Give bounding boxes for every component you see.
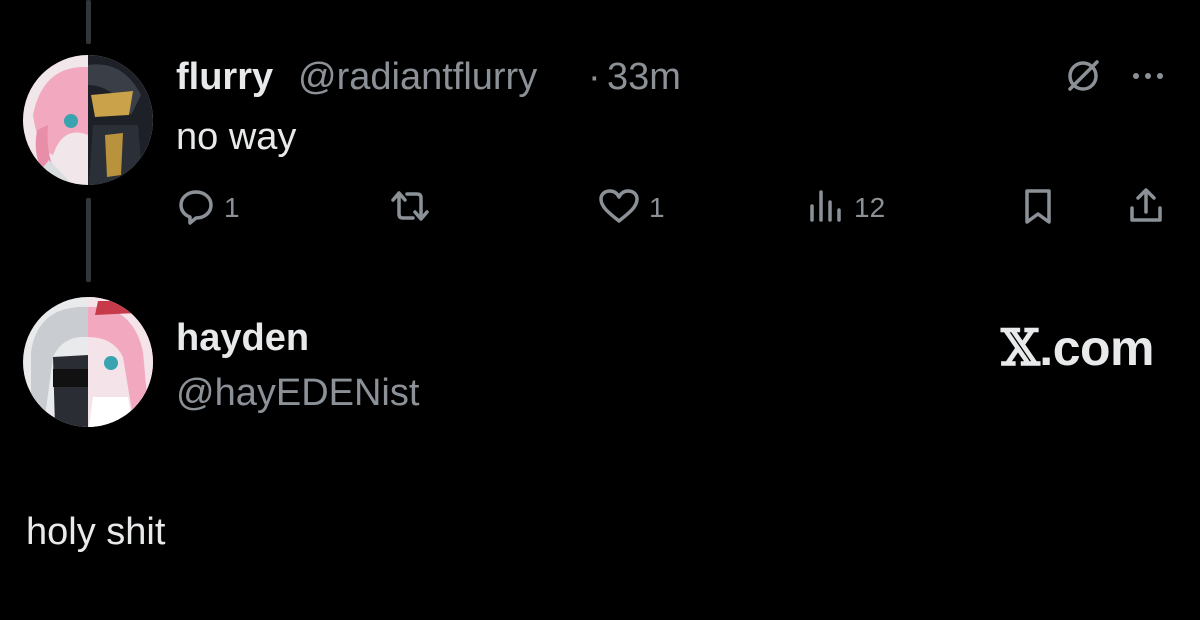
views-button[interactable]: 12 (806, 186, 885, 230)
reply-avatar[interactable] (23, 297, 153, 427)
reply-text: holy shit (26, 511, 166, 553)
share-icon (1126, 186, 1166, 231)
thread-line-bottom (86, 198, 91, 282)
avatar[interactable] (23, 55, 153, 185)
reply-display-name[interactable]: hayden (176, 317, 309, 360)
reply-user-handle[interactable]: @hayEDENist (176, 372, 419, 415)
more-icon[interactable] (1128, 56, 1168, 96)
like-button[interactable]: 1 (597, 186, 665, 230)
user-handle[interactable]: @radiantflurry (298, 56, 537, 99)
reply-count: 1 (224, 192, 240, 223)
view-count: 12 (854, 192, 886, 223)
bookmark-icon (1018, 186, 1058, 231)
like-count: 1 (649, 192, 665, 223)
display-name[interactable]: flurry (176, 56, 273, 99)
x-logo-watermark: 𝕏.com (1001, 318, 1154, 377)
separator-dot: · (588, 56, 601, 98)
grok-icon[interactable] (1063, 56, 1103, 96)
retweet-button[interactable] (385, 186, 435, 230)
like-icon (597, 186, 641, 231)
reply-icon (176, 186, 216, 231)
bookmark-button[interactable] (1018, 186, 1058, 230)
retweet-icon (385, 186, 435, 231)
avatar-image (23, 55, 153, 185)
watermark-domain: .com (1039, 320, 1154, 376)
reply-avatar-image (23, 297, 153, 427)
timestamp[interactable]: 33m (607, 56, 681, 99)
x-logo-icon: 𝕏 (1001, 318, 1040, 377)
reply-button[interactable]: 1 (176, 186, 240, 230)
share-button[interactable] (1126, 186, 1166, 230)
views-icon (806, 186, 846, 231)
thread-line-top (86, 0, 91, 44)
tweet-text: no way (176, 116, 297, 158)
